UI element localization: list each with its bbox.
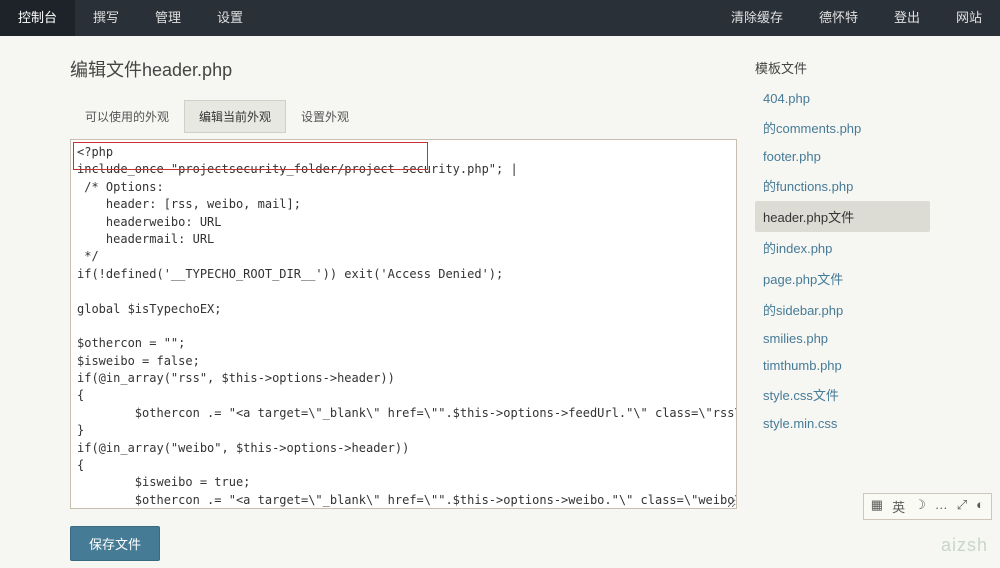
template-file-item[interactable]: smilies.php bbox=[755, 325, 930, 352]
tab-edit-theme[interactable]: 编辑当前外观 bbox=[184, 100, 286, 133]
file-editor[interactable] bbox=[70, 139, 737, 509]
nav-settings[interactable]: 设置 bbox=[199, 0, 261, 36]
tab-available-themes[interactable]: 可以使用的外观 bbox=[70, 100, 184, 133]
template-file-item[interactable]: header.php文件 bbox=[755, 201, 930, 232]
nav-user[interactable]: 德怀特 bbox=[801, 0, 876, 36]
template-file-item[interactable]: timthumb.php bbox=[755, 352, 930, 379]
top-navigation: 控制台 撰写 管理 设置 清除缓存 德怀特 登出 网站 bbox=[0, 0, 1000, 36]
tab-theme-settings[interactable]: 设置外观 bbox=[286, 100, 364, 133]
grid-icon[interactable]: ▦ bbox=[869, 497, 885, 516]
nav-clear-cache[interactable]: 清除缓存 bbox=[713, 0, 801, 36]
text-icon[interactable]: 英 bbox=[890, 497, 907, 516]
nav-write[interactable]: 撰写 bbox=[75, 0, 137, 36]
save-button[interactable]: 保存文件 bbox=[70, 526, 160, 561]
moon-icon[interactable]: ☽ bbox=[912, 497, 928, 516]
template-file-item[interactable]: 的index.php bbox=[755, 232, 930, 263]
template-file-item[interactable]: 的sidebar.php bbox=[755, 294, 930, 325]
nav-left: 控制台 撰写 管理 设置 bbox=[0, 0, 261, 36]
ellipsis-icon[interactable]: … bbox=[933, 497, 950, 516]
contrast-icon[interactable]: ◐ bbox=[974, 497, 986, 516]
nav-website[interactable]: 网站 bbox=[938, 0, 1000, 36]
template-file-item[interactable]: 的comments.php bbox=[755, 112, 930, 143]
template-file-item[interactable]: style.css文件 bbox=[755, 379, 930, 410]
template-file-item[interactable]: page.php文件 bbox=[755, 263, 930, 294]
sidebar-title: 模板文件 bbox=[755, 58, 930, 77]
watermark: aizsh bbox=[941, 535, 988, 556]
nav-logout[interactable]: 登出 bbox=[876, 0, 938, 36]
template-file-item[interactable]: footer.php bbox=[755, 143, 930, 170]
template-file-item[interactable]: 的functions.php bbox=[755, 170, 930, 201]
ime-floatbar: ▦ 英 ☽ … ⤢ ◐ bbox=[863, 493, 992, 520]
nav-manage[interactable]: 管理 bbox=[137, 0, 199, 36]
template-file-item[interactable]: style.min.css bbox=[755, 410, 930, 437]
template-sidebar: 模板文件 404.php的comments.phpfooter.php的func… bbox=[755, 56, 930, 561]
tabs: 可以使用的外观 编辑当前外观 设置外观 bbox=[70, 100, 737, 133]
nav-console[interactable]: 控制台 bbox=[0, 0, 75, 36]
expand-icon[interactable]: ⤢ bbox=[955, 497, 969, 516]
page-title: 编辑文件header.php bbox=[70, 56, 737, 82]
nav-right: 清除缓存 德怀特 登出 网站 bbox=[713, 0, 1000, 36]
template-file-item[interactable]: 404.php bbox=[755, 85, 930, 112]
